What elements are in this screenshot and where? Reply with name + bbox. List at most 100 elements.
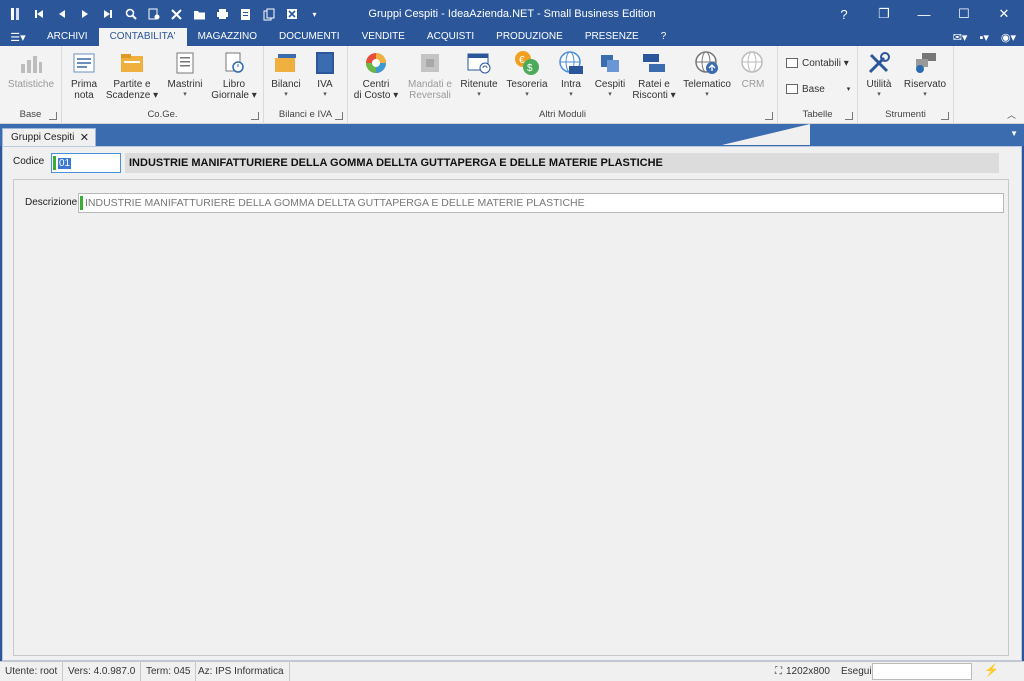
maximize-button[interactable]: ☐: [944, 0, 984, 28]
doc-tab-gruppi-cespiti[interactable]: Gruppi Cespiti ✕: [2, 128, 96, 146]
partite-scadenze-button[interactable]: Partite e Scadenze ▾: [104, 49, 160, 107]
statistiche-button[interactable]: Statistiche: [6, 49, 56, 107]
tabelle-contabili-button[interactable]: Contabili ▾: [786, 54, 849, 72]
last-record-icon[interactable]: [96, 4, 119, 24]
fullscreen-icon[interactable]: ⛶: [775, 666, 782, 677]
tesoreria-button[interactable]: € $ Tesoreria ▾: [504, 49, 550, 107]
copy-icon[interactable]: [257, 4, 280, 24]
group-altri-moduli: Centri di Costo ▾ Mandati e Reversali Rite…: [348, 46, 778, 124]
riservato-icon: [912, 50, 938, 76]
group-base: Statistiche Base: [0, 46, 62, 124]
libro-giornale-button[interactable]: Libro Giornale ▾: [210, 49, 258, 107]
first-record-icon[interactable]: [27, 4, 50, 24]
cespiti-button[interactable]: Cespiti ▾: [592, 49, 628, 107]
ritenute-button[interactable]: Ritenute ▾: [458, 49, 500, 107]
group-strumenti: Utilità ▾ Riservato ▾ Strumenti: [858, 46, 954, 124]
mastrini-icon: [172, 50, 198, 76]
group-launcher[interactable]: [251, 112, 259, 120]
intra-button[interactable]: Intra ▾: [554, 49, 588, 107]
delete-icon[interactable]: [165, 4, 188, 24]
minimize-button[interactable]: —: [904, 0, 944, 28]
print-icon[interactable]: [211, 4, 234, 24]
crm-button[interactable]: CRM: [736, 49, 770, 107]
ratei-risconti-button[interactable]: Ratei e Risconti ▾: [632, 49, 676, 107]
codice-value: 01: [58, 157, 72, 169]
telematico-button[interactable]: Telematico ▾: [682, 49, 732, 107]
mastrini-button[interactable]: Mastrini ▾: [164, 49, 206, 107]
centri-di-costo-icon: [363, 50, 389, 76]
mail-icon[interactable]: ✉▾: [953, 31, 968, 44]
mandati-reversali-button[interactable]: Mandati e Reversali: [406, 49, 454, 107]
excel-icon[interactable]: [280, 4, 303, 24]
collapse-ribbon-icon[interactable]: ︿: [1007, 108, 1016, 121]
status-azienda: Az: IPS Informatica: [193, 662, 290, 681]
mandati-reversali-icon: [417, 50, 443, 76]
folder-icon[interactable]: [188, 4, 211, 24]
details-panel: Descrizione INDUSTRIE MANIFATTURIERE DEL…: [13, 179, 1009, 656]
tab-strip-decoration: [722, 124, 810, 145]
tab-vendite[interactable]: VENDITE: [351, 28, 416, 46]
title-bar: ▾ Gruppi Cespiti - IdeaAzienda.NET - Sma…: [0, 0, 1024, 28]
descrizione-input[interactable]: INDUSTRIE MANIFATTURIERE DELLA GOMMA DEL…: [78, 193, 1004, 213]
utilita-button[interactable]: Utilità ▾: [862, 49, 896, 107]
group-launcher[interactable]: [335, 112, 343, 120]
settings-icon[interactable]: ▪▾: [979, 31, 988, 44]
tab-produzione[interactable]: PRODUZIONE: [485, 28, 574, 46]
centri-di-costo-button[interactable]: Centri di Costo ▾: [354, 49, 398, 107]
app-logo-icon[interactable]: [4, 4, 27, 24]
user-icon[interactable]: ◉▾: [1001, 31, 1016, 44]
close-tab-icon[interactable]: ✕: [80, 131, 89, 144]
prima-nota-button[interactable]: Prima nota: [68, 49, 100, 107]
search-icon[interactable]: [119, 4, 142, 24]
tab-contabilita[interactable]: CONTABILITA': [98, 28, 187, 46]
close-button[interactable]: ✕: [984, 0, 1024, 28]
customize-toolbar-icon[interactable]: ▾: [303, 4, 326, 24]
field-marker: [53, 156, 56, 170]
codice-input[interactable]: 01: [51, 153, 121, 173]
new-record-icon[interactable]: [142, 4, 165, 24]
intra-icon: [558, 50, 584, 76]
libro-giornale-icon: [221, 50, 247, 76]
document-tab-strip: Gruppi Cespiti ✕ ▼: [0, 124, 1024, 146]
table-icon: [786, 58, 798, 68]
riservato-button[interactable]: Riservato ▾: [902, 49, 948, 107]
group-launcher[interactable]: [765, 112, 773, 120]
document-icon[interactable]: [234, 4, 257, 24]
tab-help[interactable]: ?: [650, 28, 678, 46]
table-icon: [786, 84, 798, 94]
tab-acquisti[interactable]: ACQUISTI: [416, 28, 485, 46]
descrizione-label: Descrizione: [25, 197, 78, 208]
tab-list-dropdown-icon[interactable]: ▼: [1010, 129, 1018, 138]
bilanci-button[interactable]: Bilanci ▾: [268, 49, 304, 107]
status-utente: Utente: root: [0, 662, 64, 681]
codice-row: Codice 01 INDUSTRIE MANIFATTURIERE DELLA…: [11, 153, 999, 173]
previous-record-icon[interactable]: [50, 4, 73, 24]
group-tabelle: Contabili ▾ Base ▾ Tabelle: [778, 46, 858, 124]
status-resolution: ⛶ 1202x800: [775, 666, 830, 677]
group-launcher[interactable]: [845, 112, 853, 120]
restore-ribbon-button[interactable]: ❐: [864, 0, 904, 28]
tabelle-base-button[interactable]: Base ▾: [786, 80, 850, 98]
partite-scadenze-icon: [119, 50, 145, 76]
next-record-icon[interactable]: [73, 4, 96, 24]
crm-icon: [740, 50, 766, 76]
group-caption-strumenti: Strumenti: [885, 109, 926, 120]
run-bolt-icon[interactable]: ⚡: [984, 663, 999, 677]
tab-presenze[interactable]: PRESENZE: [574, 28, 650, 46]
esegui-label: Esegui: [841, 666, 872, 677]
help-button[interactable]: ?: [824, 0, 864, 28]
group-caption-coge: Co.Ge.: [147, 109, 178, 120]
tab-magazzino[interactable]: MAGAZZINO: [187, 28, 268, 46]
status-bar: Utente: root Vers: 4.0.987.0 Term: 045 A…: [0, 661, 1024, 681]
tab-documenti[interactable]: DOCUMENTI: [268, 28, 351, 46]
tesoreria-icon: € $: [514, 50, 540, 76]
tab-archivi[interactable]: ARCHIVI: [36, 28, 99, 46]
ribbon: Statistiche Base Prima nota Partite e Scad…: [0, 46, 1024, 124]
esegui-input[interactable]: [872, 663, 972, 680]
group-launcher[interactable]: [49, 112, 57, 120]
group-launcher[interactable]: [941, 112, 949, 120]
iva-button[interactable]: IVA ▾: [308, 49, 342, 107]
status-terminale: Term: 045: [141, 662, 197, 681]
app-menu-button[interactable]: ☰▾: [0, 28, 36, 46]
cespiti-icon: [597, 50, 623, 76]
